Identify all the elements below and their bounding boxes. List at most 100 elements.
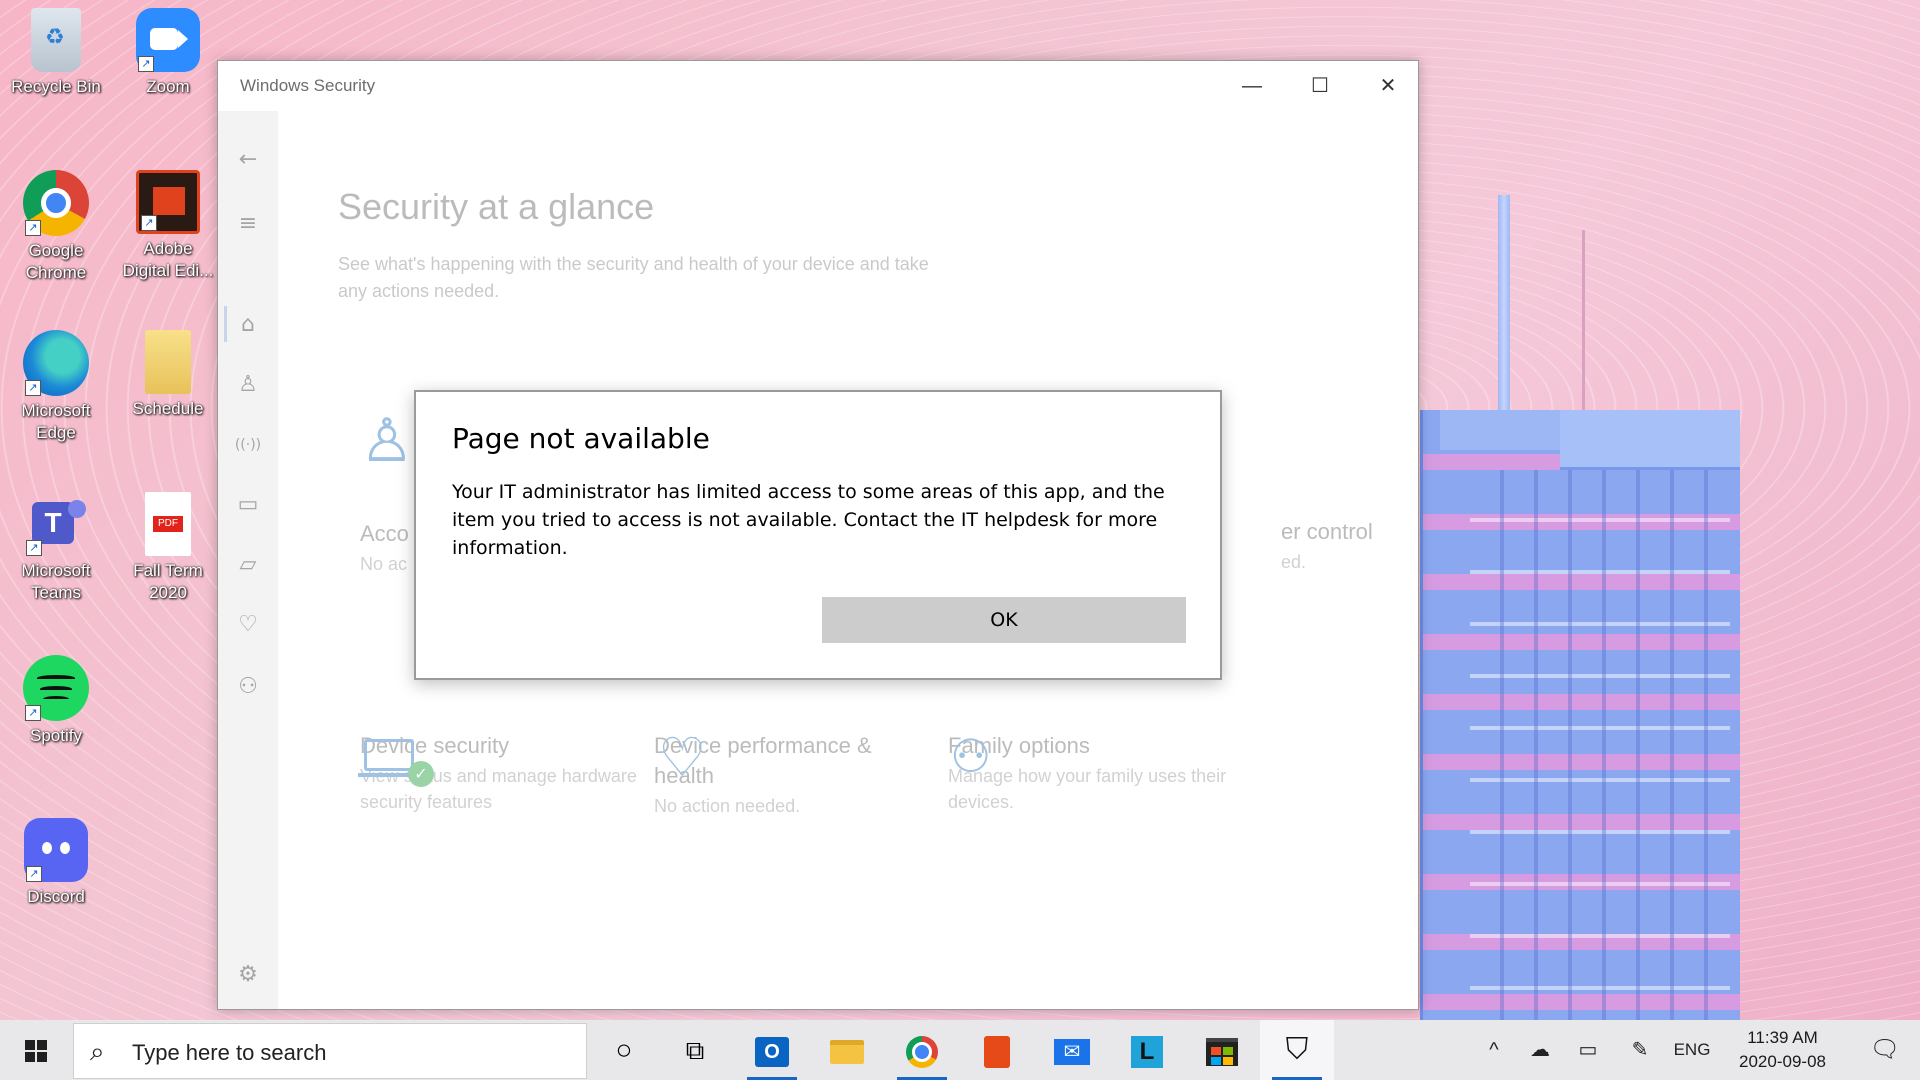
page-not-available-dialog: Page not available Your IT administrator… — [414, 390, 1222, 680]
desktop-icon-microsoft-edge[interactable]: ↗ Microsoft Edge — [6, 330, 106, 444]
chrome-icon: ↗ — [23, 170, 89, 236]
zoom-icon: ↗ — [136, 8, 200, 72]
folder-glyph — [830, 1040, 864, 1065]
taskbar-search-box[interactable]: ⌕ Type here to search — [73, 1023, 587, 1079]
family-icon[interactable]: ⚇ — [218, 667, 278, 707]
desktop-icon-microsoft-teams[interactable]: T ↗ Microsoft Teams — [6, 492, 106, 604]
page-title: Security at a glance — [338, 186, 655, 227]
tile-app-browser-control[interactable]: er control ed. — [1281, 517, 1461, 575]
task-view-icon[interactable]: ⧉ — [658, 1020, 732, 1080]
desktop-icon-label: Recycle Bin — [11, 77, 101, 96]
battery-icon[interactable]: ▭ — [1568, 1020, 1608, 1080]
wallpaper-antenna — [1498, 195, 1510, 425]
wallpaper-antenna-thin — [1582, 230, 1585, 420]
shortcut-arrow-icon: ↗ — [26, 866, 42, 882]
l-app-icon[interactable]: L — [1110, 1020, 1184, 1080]
pdf-icon: PDF — [145, 492, 191, 556]
network-icon[interactable]: ((·)) — [218, 425, 278, 465]
onedrive-cloud-icon[interactable]: ☁ — [1522, 1020, 1558, 1080]
edge-icon: ↗ — [23, 330, 89, 396]
adobe-digital-editions-icon: ↗ — [136, 170, 200, 234]
window-titlebar[interactable]: Windows Security — ☐ ✕ — [218, 61, 1418, 111]
page-subtitle: See what's happening with the security a… — [338, 254, 929, 301]
cortana-icon[interactable]: ○ — [587, 1020, 661, 1080]
desktop-icon-recycle-bin[interactable]: ♻ Recycle Bin — [6, 8, 106, 98]
taskbar-clock[interactable]: 11:39 AM 2020-09-08 — [1720, 1026, 1845, 1074]
ok-button[interactable]: OK — [822, 597, 1186, 643]
outlook-glyph: O — [755, 1037, 789, 1068]
clock-time: 11:39 AM — [1747, 1028, 1818, 1047]
dialog-title: Page not available — [452, 422, 710, 455]
tile-desc: ed. — [1281, 552, 1307, 572]
device-security-icon[interactable]: ▱ — [218, 545, 278, 585]
home-icon[interactable]: ⌂ — [218, 305, 278, 345]
search-placeholder: Type here to search — [132, 1040, 327, 1065]
file-explorer-icon[interactable] — [810, 1020, 884, 1080]
shortcut-arrow-icon: ↗ — [26, 540, 42, 556]
navigation-sidebar: ← ≡ ⌂ ♙ ((·)) ▭ ▱ ♡ ⚇ ⚙ — [218, 111, 278, 1009]
tile-title: er control — [1281, 519, 1373, 544]
window-title: Windows Security — [240, 76, 376, 95]
windows-logo-icon — [25, 1040, 47, 1062]
spotify-icon: ↗ — [23, 655, 89, 721]
desktop-icon-zoom[interactable]: ↗ Zoom — [118, 8, 218, 98]
hamburger-menu-icon[interactable]: ≡ — [218, 204, 278, 244]
shortcut-arrow-icon: ↗ — [25, 380, 41, 396]
heart-pulse-icon: ♡ — [658, 726, 707, 789]
desktop-icon-label: Schedule — [132, 399, 204, 418]
desktop-icon-spotify[interactable]: ↗ Spotify — [6, 655, 106, 747]
desktop-icon-label: Microsoft Edge — [21, 401, 91, 442]
shield-glyph: ⛉ — [1285, 1033, 1309, 1066]
desktop-icon-discord[interactable]: ↗ Discord — [6, 818, 106, 908]
mail-icon[interactable]: ✉ — [1035, 1020, 1109, 1080]
start-button[interactable] — [0, 1020, 70, 1080]
account-icon[interactable]: ♙ — [218, 365, 278, 405]
desktop-icon-label: Adobe Digital Edi... — [122, 239, 214, 280]
back-arrow-icon[interactable]: ← — [218, 140, 278, 180]
chrome-glyph — [906, 1036, 938, 1069]
wallpaper-building-windows — [1470, 470, 1730, 1020]
settings-gear-icon[interactable]: ⚙ — [218, 955, 278, 995]
desktop-icon-label: Google Chrome — [25, 241, 87, 282]
taskbar: ⌕ Type here to search ○ ⧉ O ✉ L ⛉ ^ ☁ ▭ … — [0, 1020, 1920, 1080]
discord-icon: ↗ — [24, 818, 88, 882]
health-heart-icon[interactable]: ♡ — [218, 605, 278, 645]
show-hidden-icons-chevron-icon[interactable]: ^ — [1476, 1020, 1512, 1080]
store-glyph — [1206, 1038, 1238, 1067]
tile-family-options[interactable]: Family options Manage how your family us… — [948, 731, 1248, 815]
office-icon[interactable] — [960, 1020, 1034, 1080]
windows-security-shield-icon[interactable]: ⛉ — [1260, 1020, 1334, 1080]
folder-icon — [145, 330, 191, 394]
close-button[interactable]: ✕ — [1354, 61, 1422, 111]
family-group-icon: ⚇ — [950, 729, 992, 783]
action-center-notification-icon[interactable]: 🗨 — [1850, 1020, 1920, 1080]
tile-title: Family options — [948, 733, 1090, 758]
outlook-icon[interactable]: O — [735, 1020, 809, 1080]
desktop-icon-label: Fall Term 2020 — [133, 561, 203, 602]
teams-icon: T ↗ — [24, 492, 88, 556]
pen-workspace-icon[interactable]: ✎ — [1622, 1020, 1658, 1080]
l-app-glyph: L — [1131, 1036, 1163, 1069]
tile-desc: Manage how your family uses their device… — [948, 766, 1227, 812]
laptop-check-icon: ✓ — [358, 739, 434, 787]
maximize-button[interactable]: ☐ — [1286, 61, 1354, 111]
office-glyph — [984, 1036, 1010, 1069]
language-indicator[interactable]: ENG — [1668, 1020, 1716, 1080]
store-icon[interactable] — [1185, 1020, 1259, 1080]
minimize-button[interactable]: — — [1218, 61, 1286, 111]
search-icon: ⌕ — [90, 1036, 105, 1066]
desktop-icon-label: Microsoft Teams — [21, 561, 91, 602]
shortcut-arrow-icon: ↗ — [25, 705, 41, 721]
shortcut-arrow-icon: ↗ — [138, 56, 154, 72]
recycle-bin-icon: ♻ — [31, 8, 81, 72]
desktop-icon-fall-term-2020[interactable]: PDF Fall Term 2020 — [118, 492, 218, 604]
desktop-icon-label: Discord — [27, 887, 85, 906]
desktop-icon-schedule[interactable]: Schedule — [118, 330, 218, 420]
clock-date: 2020-09-08 — [1739, 1052, 1826, 1071]
app-browser-icon[interactable]: ▭ — [218, 485, 278, 525]
chrome-taskbar-icon[interactable] — [885, 1020, 959, 1080]
desktop-icon-label: Spotify — [30, 726, 82, 745]
tile-desc: No action needed. — [654, 796, 801, 816]
desktop-icon-adobe-digital-editions[interactable]: ↗ Adobe Digital Edi... — [118, 170, 218, 282]
desktop-icon-google-chrome[interactable]: ↗ Google Chrome — [6, 170, 106, 284]
